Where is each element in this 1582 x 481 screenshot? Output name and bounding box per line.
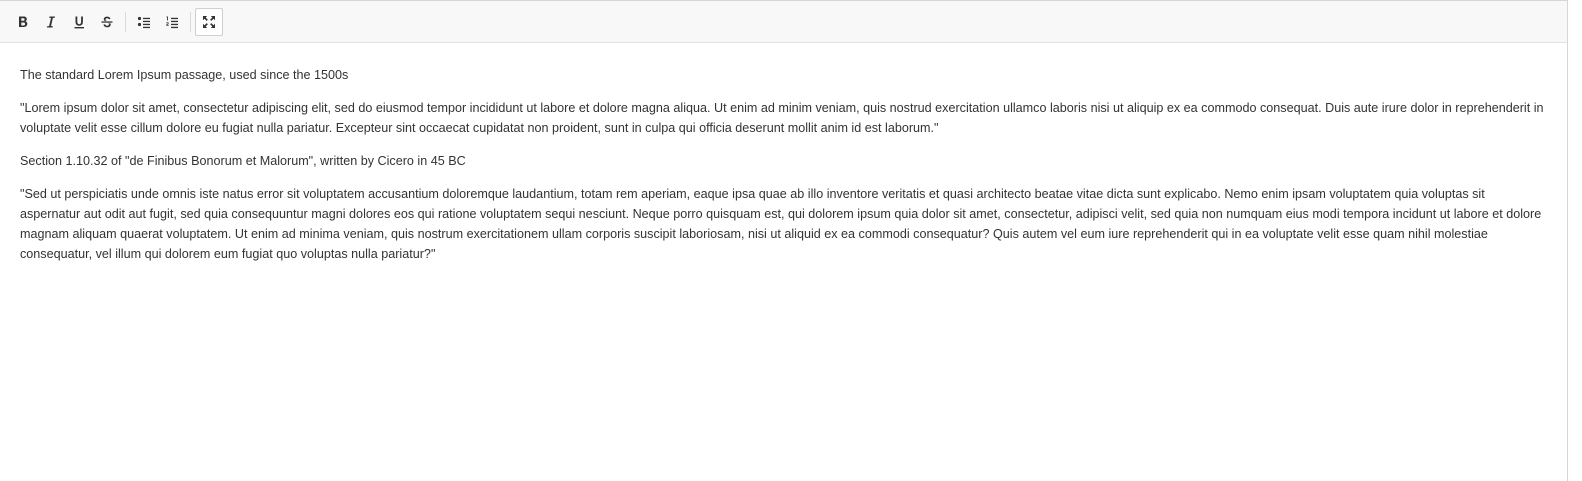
fullscreen-button[interactable] xyxy=(195,7,223,36)
content-paragraph: "Lorem ipsum dolor sit amet, consectetur… xyxy=(20,101,1544,135)
italic-button[interactable] xyxy=(37,8,65,36)
underline-button[interactable] xyxy=(65,8,93,36)
bold-button[interactable] xyxy=(9,8,37,36)
strikethrough-icon xyxy=(101,16,113,27)
bulleted-list-button[interactable] xyxy=(130,8,158,36)
bold-icon xyxy=(19,16,28,27)
strikethrough-button[interactable] xyxy=(93,8,121,36)
numbered-list-icon xyxy=(166,16,178,28)
numbered-list-button[interactable] xyxy=(158,8,186,36)
italic-icon xyxy=(47,16,55,27)
rich-text-editor: The standard Lorem Ipsum passage, used s… xyxy=(0,0,1568,481)
bulleted-list-icon xyxy=(137,16,150,28)
toolbar-separator xyxy=(125,11,126,32)
underline-icon xyxy=(74,16,84,28)
content-paragraph: Section 1.10.32 of "de Finibus Bonorum e… xyxy=(20,154,466,168)
editor-toolbar xyxy=(0,1,1567,43)
content-paragraph: The standard Lorem Ipsum passage, used s… xyxy=(20,68,349,82)
fullscreen-icon xyxy=(203,15,215,28)
editor-content[interactable]: The standard Lorem Ipsum passage, used s… xyxy=(0,43,1567,264)
toolbar-separator xyxy=(190,11,191,32)
content-paragraph: "Sed ut perspiciatis unde omnis iste nat… xyxy=(20,187,1542,261)
